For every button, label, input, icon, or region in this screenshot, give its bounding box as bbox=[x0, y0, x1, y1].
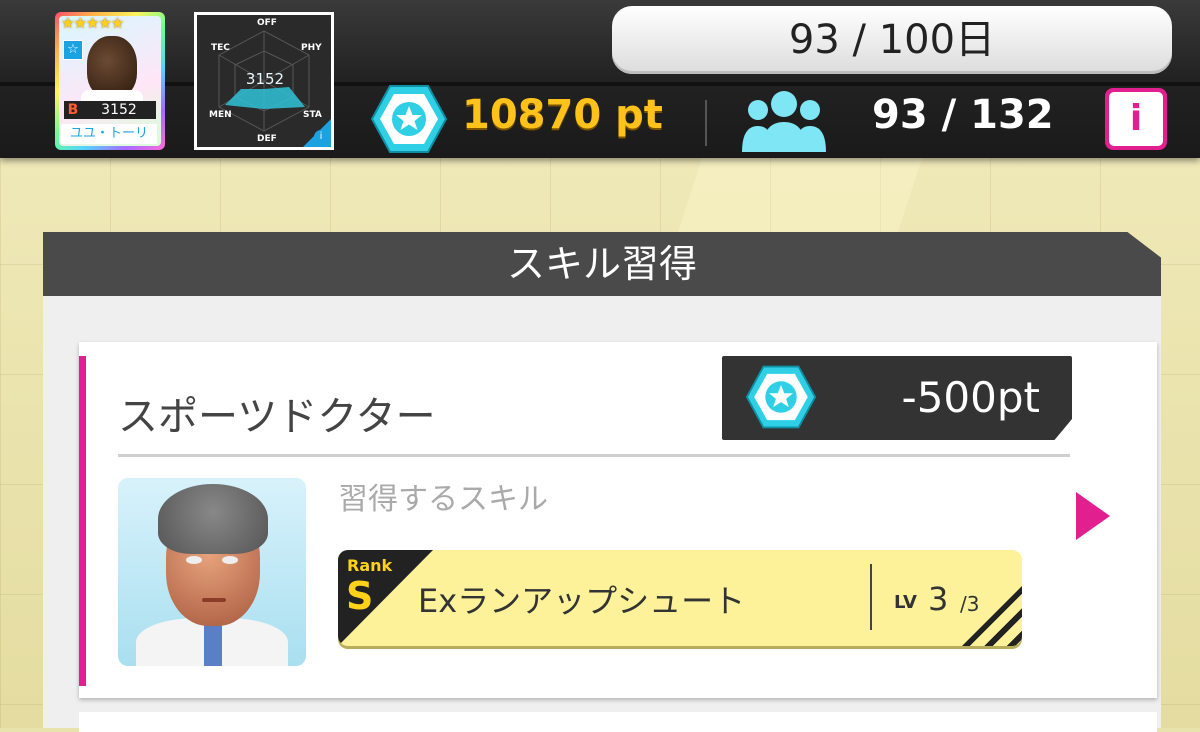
skill-item[interactable]: Rank S Exランアップシュート LV 3 /3 bbox=[338, 550, 1022, 646]
skill-rank-label: Rank bbox=[347, 556, 393, 575]
skill-owner-name: スポーツドクター bbox=[118, 394, 436, 440]
skill-divider bbox=[870, 564, 872, 630]
next-arrow-icon[interactable] bbox=[1076, 492, 1110, 540]
skill-name: Exランアップシュート bbox=[418, 582, 746, 620]
player-power: 3152 bbox=[82, 101, 156, 119]
player-rank: B bbox=[64, 101, 82, 119]
panel-title: スキル習得 bbox=[506, 242, 697, 286]
next-card-edge bbox=[79, 712, 1157, 732]
doctor-portrait bbox=[118, 478, 306, 666]
stats-radar-button[interactable]: OFF TEC PHY MEN STA DEF 3152 i bbox=[194, 12, 334, 150]
radar-info-icon: i bbox=[314, 130, 328, 144]
star-badge-icon: ☆ bbox=[63, 40, 83, 60]
skill-level-max: /3 bbox=[960, 592, 980, 616]
card-separator bbox=[118, 454, 1070, 457]
learn-skill-label: 習得するスキル bbox=[338, 482, 548, 517]
player-name: ユユ・トーリ bbox=[61, 124, 157, 144]
info-button[interactable]: i bbox=[1105, 88, 1167, 150]
skill-level: 3 bbox=[928, 580, 949, 618]
stats-radar: OFF TEC PHY MEN STA DEF 3152 i bbox=[197, 15, 331, 147]
skill-level-label: LV bbox=[894, 592, 917, 613]
player-card-inner: ★★★★★ ☆ B 3152 ユユ・トーリ bbox=[59, 16, 161, 146]
portrait-hair bbox=[158, 484, 268, 554]
radar-label-phy: PHY bbox=[301, 43, 322, 53]
info-icon: i bbox=[1109, 92, 1163, 146]
skill-rank: S bbox=[346, 574, 374, 618]
top-bar-divider bbox=[0, 82, 1200, 86]
player-avatar bbox=[87, 36, 137, 98]
radar-label-men: MEN bbox=[209, 110, 232, 120]
cost-star-hexagon-icon bbox=[745, 364, 817, 434]
rarity-stars: ★★★★★ bbox=[61, 16, 124, 32]
radar-label-off: OFF bbox=[257, 18, 277, 28]
card-accent bbox=[79, 356, 86, 686]
members-count: 93 / 132 bbox=[872, 92, 1054, 138]
portrait-tie bbox=[204, 624, 222, 666]
radar-label-tec: TEC bbox=[211, 43, 230, 53]
header-divider bbox=[705, 100, 707, 146]
portrait-mouth bbox=[202, 598, 226, 602]
portrait-eye bbox=[222, 556, 238, 564]
points-total: 10870 pt bbox=[462, 92, 663, 138]
player-card[interactable]: ★★★★★ ☆ B 3152 ユユ・トーリ bbox=[55, 12, 165, 150]
portrait-eye bbox=[186, 556, 202, 564]
star-hexagon-icon bbox=[370, 84, 448, 158]
cost-value: -500pt bbox=[901, 373, 1040, 422]
radar-label-def: DEF bbox=[257, 134, 277, 144]
radar-total: 3152 bbox=[245, 70, 285, 88]
members-icon bbox=[742, 86, 826, 158]
days-counter: 93 / 100日 bbox=[612, 6, 1172, 74]
